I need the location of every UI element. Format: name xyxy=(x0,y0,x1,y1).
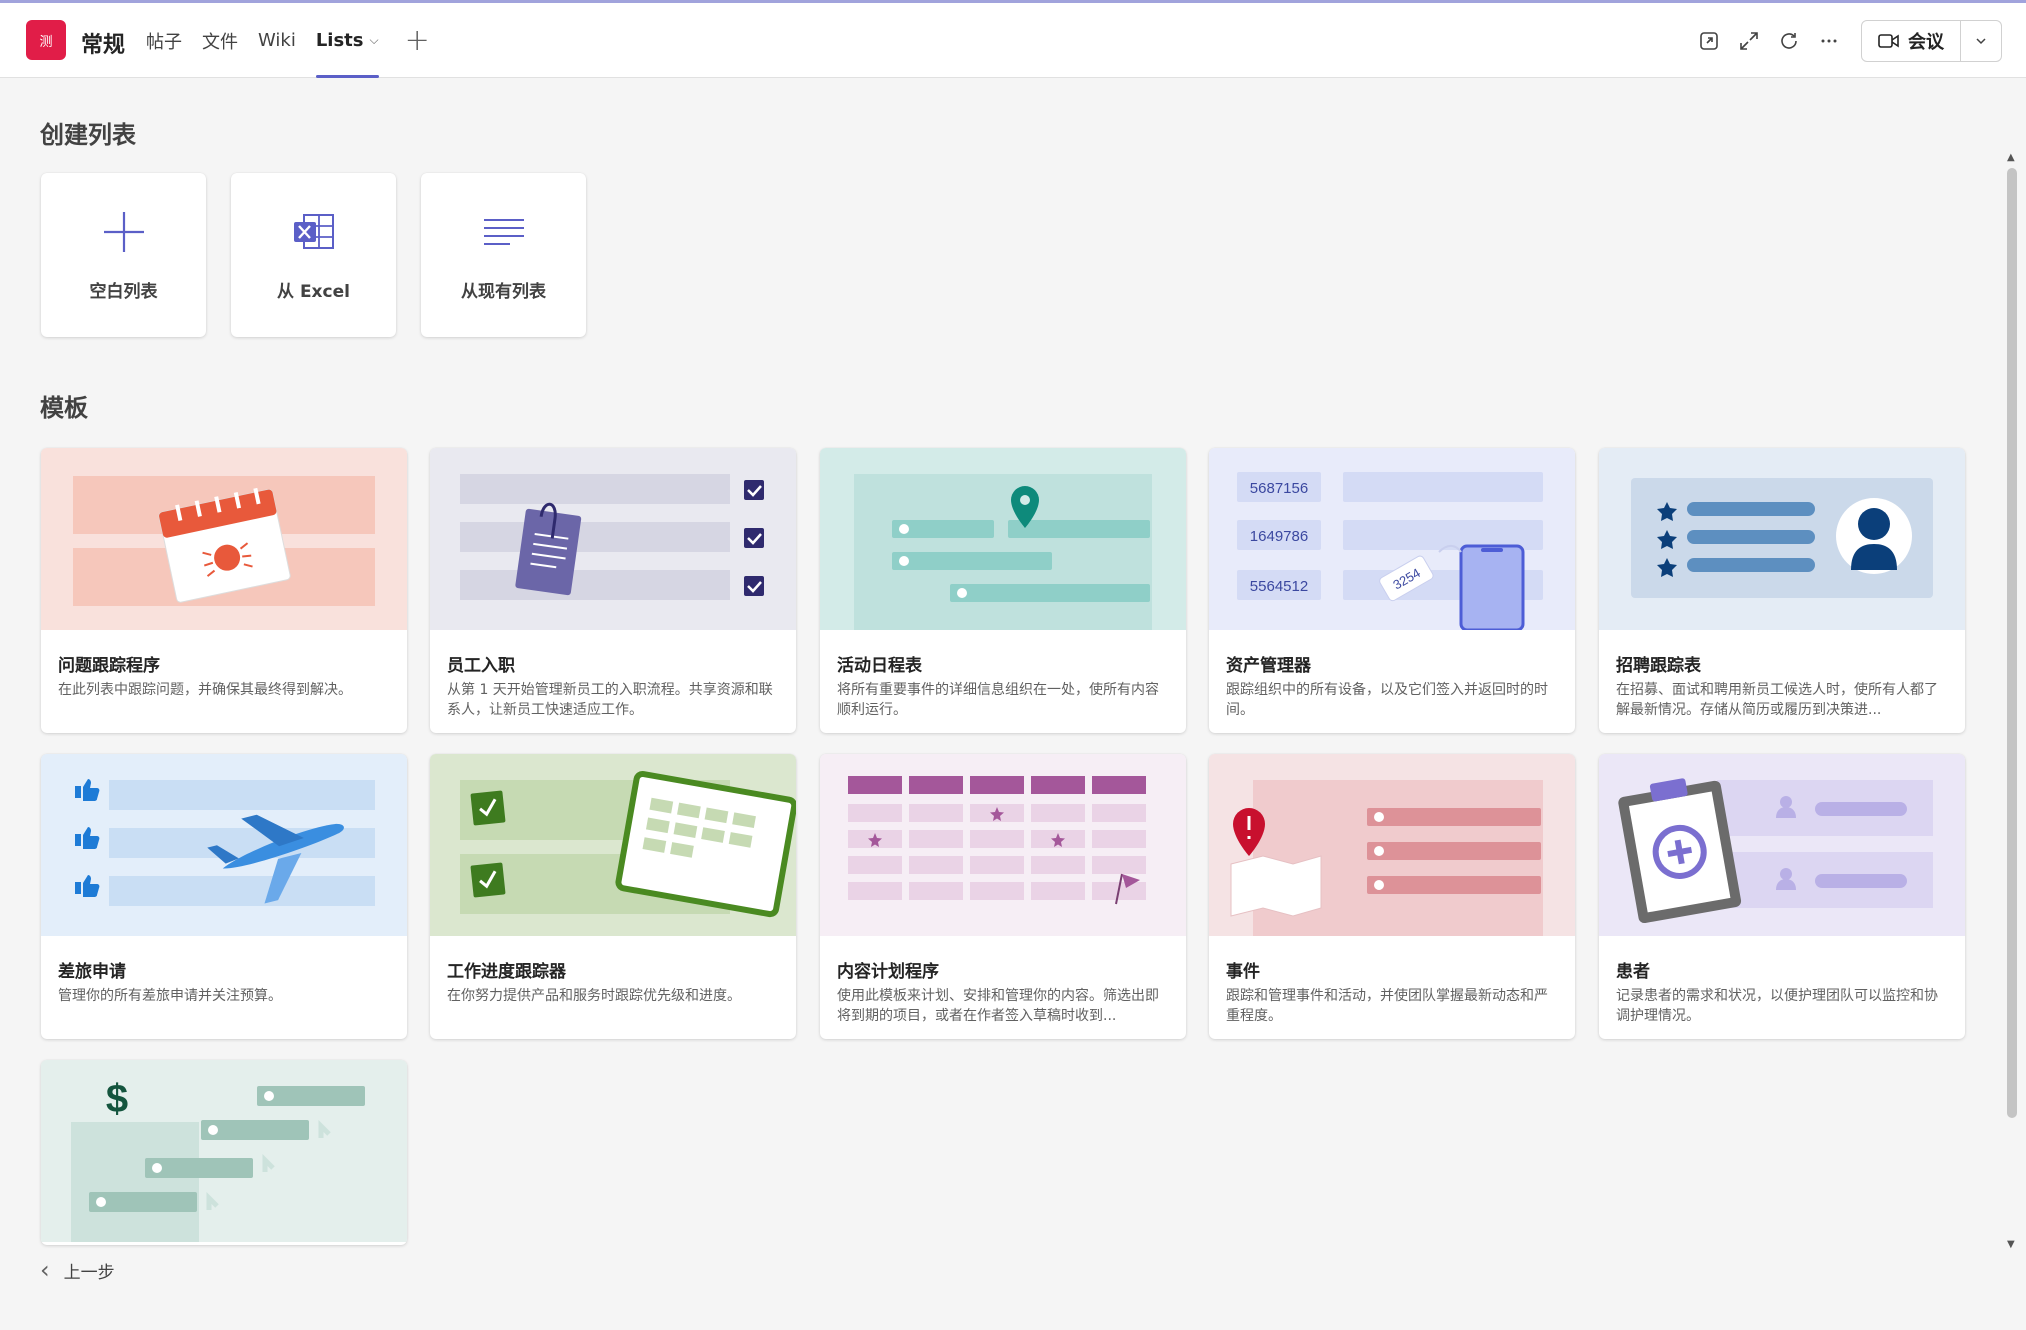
patients-illustration xyxy=(1599,754,1965,936)
template-card-asset-manager[interactable]: 5687156 1649786 5564512 3254 资产管理器 跟踪组织中… xyxy=(1209,448,1575,733)
channel-header: 测 常规 帖子 文件 Wiki Lists ⌵ + 会议 xyxy=(0,3,2026,78)
tab-wiki[interactable]: Wiki xyxy=(258,3,296,78)
template-card-issue-tracker[interactable]: 问题跟踪程序 在此列表中跟踪问题，并确保其最终得到解决。 xyxy=(41,448,407,733)
template-card-event-itinerary[interactable]: 活动日程表 将所有重要事件的详细信息组织在一处，使所有内容顺利运行。 xyxy=(820,448,1186,733)
back-button[interactable]: ‹ 上一步 xyxy=(40,1256,115,1284)
template-title: 内容计划程序 xyxy=(837,962,939,982)
template-description: 在此列表中跟踪问题，并确保其最终得到解决。 xyxy=(58,682,352,698)
template-description: 记录患者的需求和状况，以便护理团队可以监控和协调护理情况。 xyxy=(1616,988,1938,1024)
from-existing-list-label: 从现有列表 xyxy=(461,282,546,302)
from-excel-card[interactable]: 从 Excel xyxy=(231,173,396,337)
incidents-illustration xyxy=(1209,754,1575,936)
template-title: 活动日程表 xyxy=(837,656,922,676)
template-title: 资产管理器 xyxy=(1226,656,1311,676)
scroll-up-arrow-icon[interactable]: ▲ xyxy=(2007,152,2015,163)
template-description: 在招募、面试和聘用新员工候选人时，使所有人都了解最新情况。存储从简历或履历到决策… xyxy=(1616,682,1938,718)
issue-tracker-illustration xyxy=(41,448,407,630)
chevron-left-icon: ‹ xyxy=(40,1256,50,1284)
content-scheduler-illustration xyxy=(820,754,1186,936)
team-avatar-text: 测 xyxy=(39,34,53,50)
plus-icon xyxy=(41,207,206,257)
chevron-down-icon: ⌵ xyxy=(369,33,379,47)
scrollbar-thumb[interactable] xyxy=(2007,168,2017,1118)
refresh-icon[interactable] xyxy=(1769,21,1809,61)
template-title: 差旅申请 xyxy=(58,962,126,982)
from-existing-list-card[interactable]: 从现有列表 xyxy=(421,173,586,337)
asset-number: 5687156 xyxy=(1250,480,1308,497)
template-card-loans[interactable]: $ xyxy=(41,1060,407,1245)
template-title: 员工入职 xyxy=(447,656,515,676)
list-lines-icon xyxy=(421,207,586,257)
blank-list-label: 空白列表 xyxy=(89,282,158,302)
excel-icon xyxy=(231,207,396,257)
expand-icon[interactable] xyxy=(1729,21,1769,61)
template-title: 工作进度跟踪器 xyxy=(447,962,566,982)
tab-lists-label: Lists xyxy=(315,30,364,51)
work-progress-illustration xyxy=(430,754,796,936)
channel-title: 常规 xyxy=(81,33,126,58)
onboarding-illustration xyxy=(430,448,796,630)
tab-bar: 帖子 文件 Wiki Lists ⌵ + xyxy=(146,3,430,78)
scroll-down-arrow-icon[interactable]: ▼ xyxy=(2007,1239,2015,1250)
meet-button-group: 会议 xyxy=(1861,19,2002,62)
tab-lists[interactable]: Lists ⌵ xyxy=(315,3,379,78)
add-tab-icon[interactable]: + xyxy=(405,3,430,78)
meet-label: 会议 xyxy=(1908,31,1944,53)
asset-number: 5564512 xyxy=(1250,578,1308,595)
template-title: 招聘跟踪表 xyxy=(1616,656,1701,676)
template-description: 管理你的所有差旅申请并关注预算。 xyxy=(58,988,282,1004)
templates-heading: 模板 xyxy=(40,394,88,422)
back-label: 上一步 xyxy=(63,1262,115,1283)
from-excel-label: 从 Excel xyxy=(277,282,350,302)
template-card-work-progress[interactable]: 工作进度跟踪器 在你努力提供产品和服务时跟踪优先级和进度。 xyxy=(430,754,796,1039)
template-title: 患者 xyxy=(1616,962,1650,982)
template-description: 从第 1 天开始管理新员工的入职流程。共享资源和联系人，让新员工快速适应工作。 xyxy=(447,682,773,718)
loans-illustration: $ xyxy=(41,1060,407,1242)
recruitment-illustration xyxy=(1599,448,1965,630)
blank-list-card[interactable]: 空白列表 xyxy=(41,173,206,337)
travel-illustration xyxy=(41,754,407,936)
template-card-travel[interactable]: 差旅申请 管理你的所有差旅申请并关注预算。 xyxy=(41,754,407,1039)
asset-manager-illustration: 5687156 1649786 5564512 3254 xyxy=(1209,448,1575,630)
vertical-scrollbar[interactable]: ▲ ▼ xyxy=(2003,150,2021,1250)
template-card-content-scheduler[interactable]: 内容计划程序 使用此模板来计划、安排和管理你的内容。筛选出即将到期的项目，或者在… xyxy=(820,754,1186,1039)
template-card-recruitment[interactable]: 招聘跟踪表 在招募、面试和聘用新员工候选人时，使所有人都了解最新情况。存储从简历… xyxy=(1599,448,1965,733)
meet-dropdown-button[interactable] xyxy=(1961,21,2001,61)
popout-icon[interactable] xyxy=(1689,21,1729,61)
more-options-icon[interactable] xyxy=(1809,21,1849,61)
create-list-heading: 创建列表 xyxy=(40,121,136,149)
team-avatar[interactable]: 测 xyxy=(26,20,66,60)
template-description: 跟踪和管理事件和活动，并使团队掌握最新动态和严重程度。 xyxy=(1226,988,1548,1024)
dollar-sign-icon: $ xyxy=(106,1077,128,1121)
tab-posts[interactable]: 帖子 xyxy=(146,3,182,78)
tab-files[interactable]: 文件 xyxy=(202,3,238,78)
meet-button[interactable]: 会议 xyxy=(1862,20,1961,61)
template-title: 问题跟踪程序 xyxy=(58,656,160,676)
template-card-incidents[interactable]: 事件 跟踪和管理事件和活动，并使团队掌握最新动态和严重程度。 xyxy=(1209,754,1575,1039)
template-description: 将所有重要事件的详细信息组织在一处，使所有内容顺利运行。 xyxy=(837,682,1159,718)
event-itinerary-illustration xyxy=(820,448,1186,630)
chevron-down-icon xyxy=(1976,37,1986,44)
template-description: 使用此模板来计划、安排和管理你的内容。筛选出即将到期的项目，或者在作者签入草稿时… xyxy=(837,988,1159,1024)
header-actions: 会议 xyxy=(1689,3,2002,78)
asset-number: 1649786 xyxy=(1250,528,1308,545)
template-card-patients[interactable]: 患者 记录患者的需求和状况，以便护理团队可以监控和协调护理情况。 xyxy=(1599,754,1965,1039)
template-description: 跟踪组织中的所有设备，以及它们签入并返回时的时间。 xyxy=(1226,682,1548,718)
template-description: 在你努力提供产品和服务时跟踪优先级和进度。 xyxy=(447,988,741,1004)
video-camera-icon xyxy=(1878,33,1899,48)
template-card-onboarding[interactable]: 员工入职 从第 1 天开始管理新员工的入职流程。共享资源和联系人，让新员工快速适… xyxy=(430,448,796,733)
lists-content: 创建列表 空白列表 从 Excel 从现有列表 模板 问题跟踪程序 在此列表中跟… xyxy=(0,79,2000,1251)
template-title: 事件 xyxy=(1226,962,1260,982)
